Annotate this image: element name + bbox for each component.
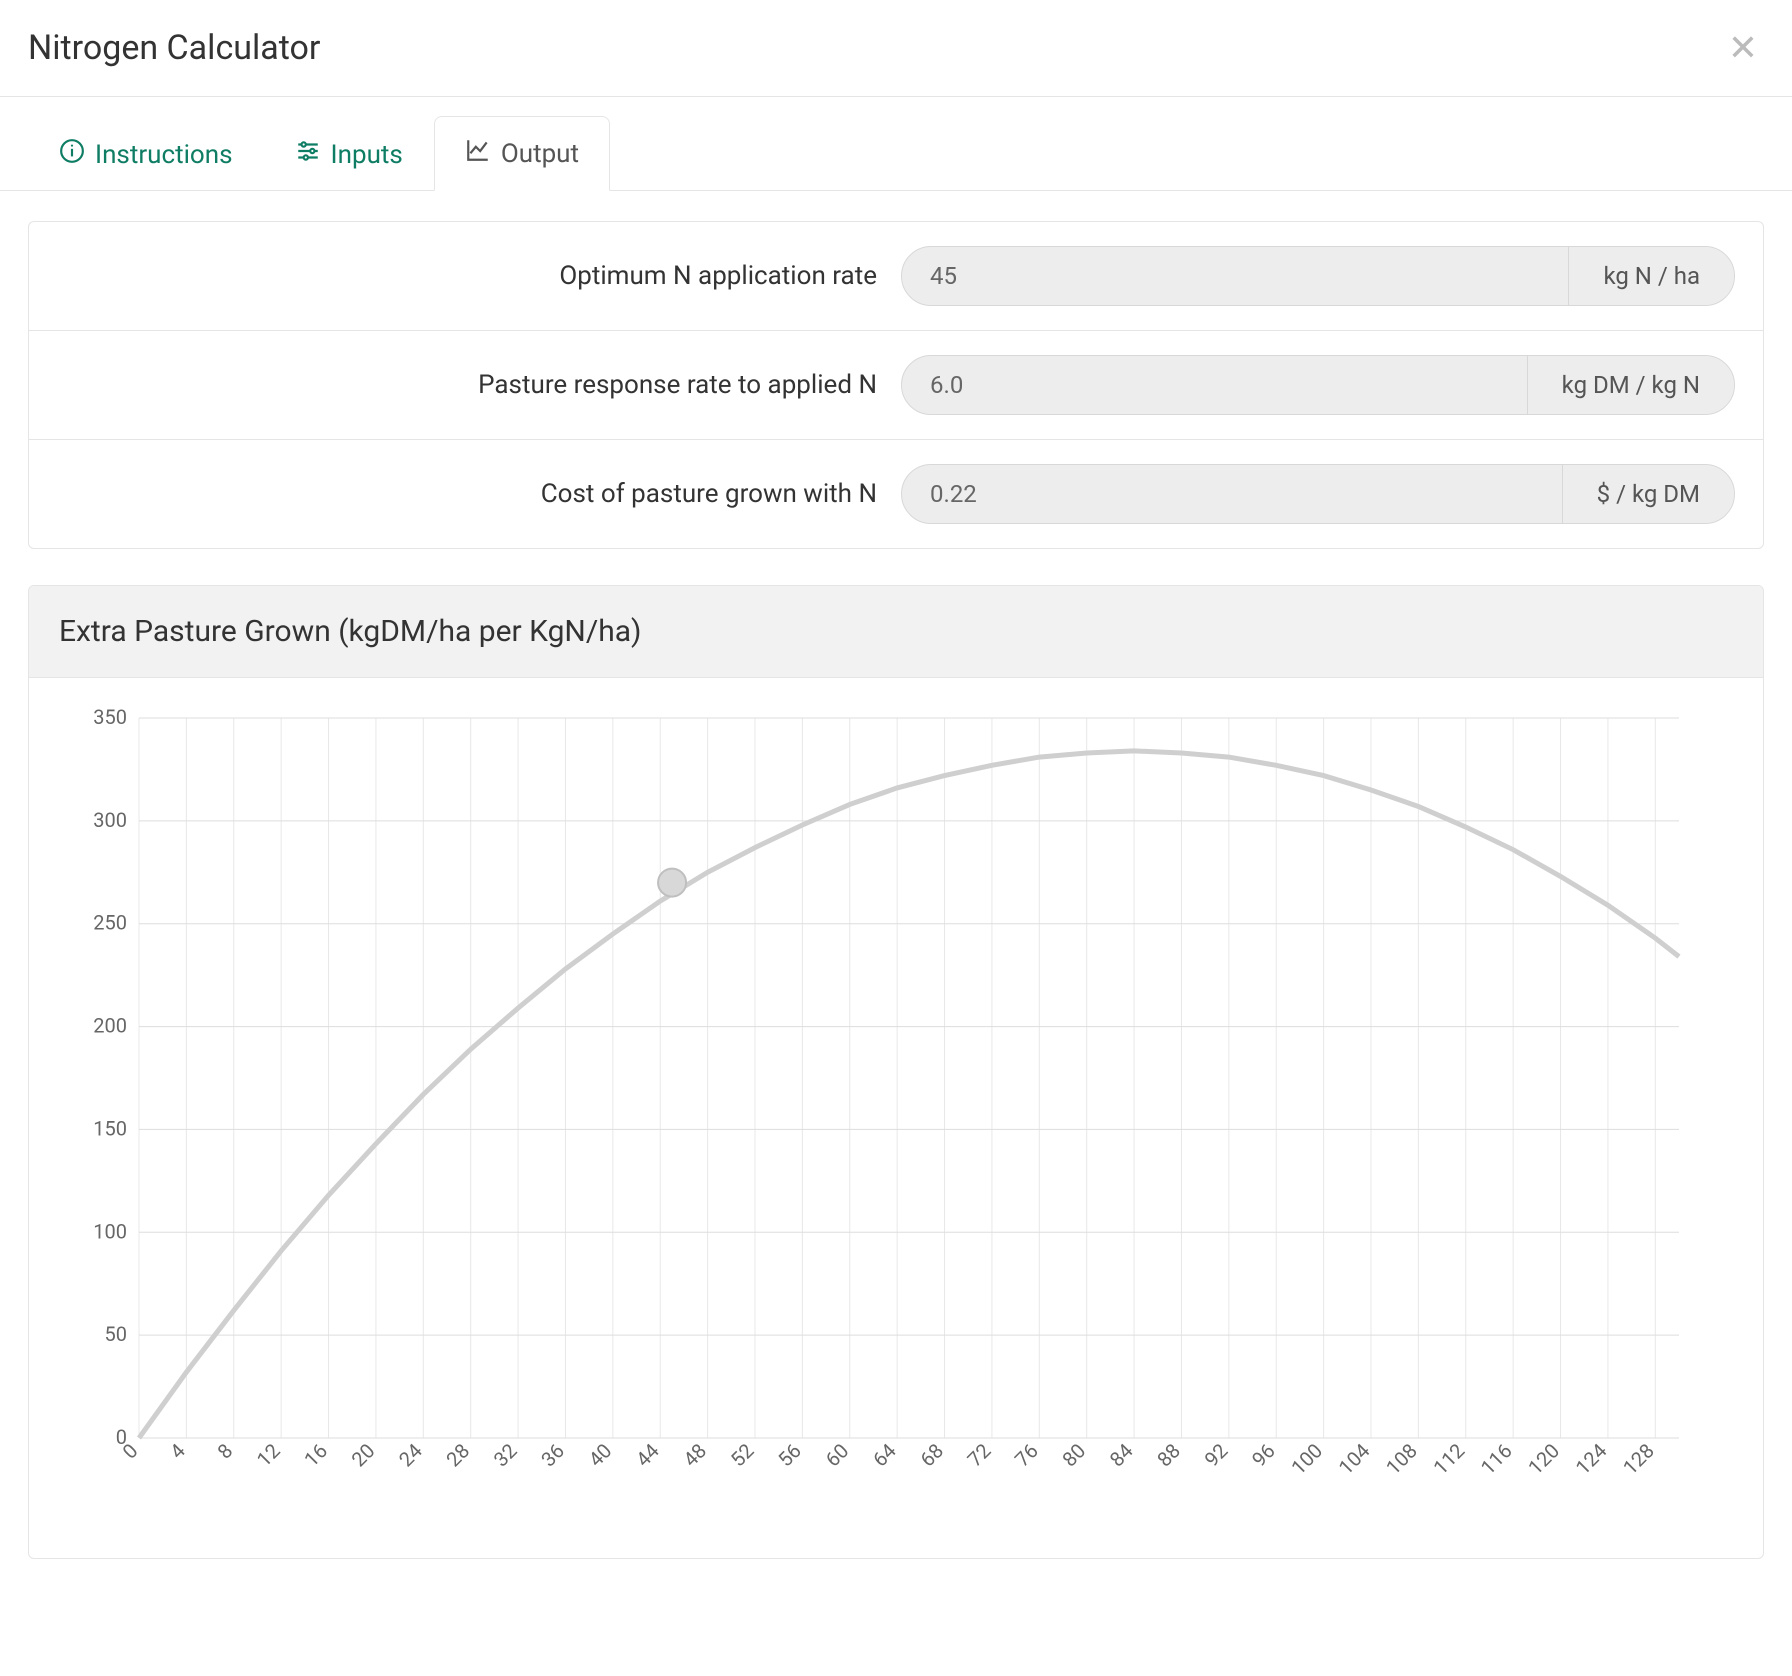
svg-text:48: 48	[678, 1439, 711, 1472]
svg-text:20: 20	[347, 1439, 380, 1472]
output-unit: $ / kg DM	[1562, 465, 1734, 523]
output-label: Pasture response rate to applied N	[57, 370, 877, 400]
svg-text:68: 68	[915, 1439, 948, 1472]
output-row-response-rate: Pasture response rate to applied N 6.0 k…	[29, 330, 1763, 439]
svg-text:56: 56	[773, 1439, 806, 1472]
output-value: 6.0	[902, 356, 1527, 414]
svg-text:100: 100	[93, 1219, 127, 1243]
svg-text:108: 108	[1381, 1439, 1422, 1480]
svg-text:200: 200	[93, 1014, 127, 1038]
svg-text:88: 88	[1152, 1439, 1185, 1472]
sliders-icon	[295, 138, 321, 171]
output-unit: kg N / ha	[1568, 247, 1734, 305]
tab-label: Instructions	[95, 140, 233, 170]
svg-text:250: 250	[93, 911, 127, 935]
svg-text:150: 150	[93, 1116, 127, 1140]
svg-text:28: 28	[441, 1439, 474, 1472]
svg-text:24: 24	[394, 1439, 427, 1472]
svg-text:92: 92	[1200, 1439, 1233, 1472]
svg-text:8: 8	[212, 1439, 237, 1464]
tab-label: Inputs	[331, 140, 403, 170]
tab-inputs[interactable]: Inputs	[264, 117, 434, 191]
svg-text:32: 32	[489, 1439, 522, 1472]
tab-label: Output	[501, 139, 579, 169]
output-unit: kg DM / kg N	[1527, 356, 1734, 414]
svg-text:128: 128	[1618, 1439, 1659, 1480]
svg-text:96: 96	[1247, 1439, 1280, 1472]
svg-text:64: 64	[868, 1439, 901, 1472]
svg-text:100: 100	[1286, 1439, 1327, 1480]
tabs-bar: Instructions Inputs Output	[0, 115, 1792, 191]
output-label: Cost of pasture grown with N	[57, 479, 877, 509]
svg-text:84: 84	[1105, 1439, 1138, 1472]
svg-text:350: 350	[93, 705, 127, 729]
tab-instructions[interactable]: Instructions	[28, 117, 264, 191]
svg-text:44: 44	[631, 1439, 664, 1472]
svg-text:300: 300	[93, 808, 127, 832]
close-icon[interactable]: ✕	[1722, 30, 1764, 66]
svg-text:120: 120	[1523, 1439, 1564, 1480]
chart-icon	[465, 137, 491, 170]
svg-text:50: 50	[105, 1322, 127, 1346]
chart-title: Extra Pasture Grown (kgDM/ha per KgN/ha)	[29, 586, 1763, 678]
svg-text:72: 72	[963, 1439, 996, 1472]
output-field: 0.22 $ / kg DM	[901, 464, 1735, 524]
svg-text:4: 4	[165, 1439, 190, 1464]
line-chart: 0501001502002503003500481216202428323640…	[49, 698, 1699, 1518]
svg-text:52: 52	[726, 1439, 759, 1472]
output-field: 6.0 kg DM / kg N	[901, 355, 1735, 415]
info-icon	[59, 138, 85, 171]
svg-text:60: 60	[820, 1439, 853, 1472]
svg-text:104: 104	[1334, 1439, 1375, 1480]
output-row-cost: Cost of pasture grown with N 0.22 $ / kg…	[29, 439, 1763, 548]
output-value: 0.22	[902, 465, 1562, 523]
svg-text:0: 0	[118, 1439, 143, 1464]
svg-text:116: 116	[1476, 1439, 1517, 1480]
page-title: Nitrogen Calculator	[28, 28, 320, 68]
svg-text:36: 36	[536, 1439, 569, 1472]
output-row-optimum-n: Optimum N application rate 45 kg N / ha	[29, 222, 1763, 330]
tab-output[interactable]: Output	[434, 116, 610, 191]
svg-text:124: 124	[1571, 1439, 1612, 1480]
output-field: 45 kg N / ha	[901, 246, 1735, 306]
output-summary: Optimum N application rate 45 kg N / ha …	[28, 221, 1764, 549]
output-label: Optimum N application rate	[57, 261, 877, 291]
svg-text:80: 80	[1057, 1439, 1090, 1472]
svg-text:112: 112	[1428, 1439, 1469, 1480]
chart-card: Extra Pasture Grown (kgDM/ha per KgN/ha)…	[28, 585, 1764, 1559]
output-value: 45	[902, 247, 1568, 305]
svg-text:16: 16	[299, 1439, 332, 1472]
svg-text:40: 40	[584, 1439, 617, 1472]
svg-text:76: 76	[1010, 1439, 1043, 1472]
svg-text:12: 12	[252, 1439, 285, 1472]
